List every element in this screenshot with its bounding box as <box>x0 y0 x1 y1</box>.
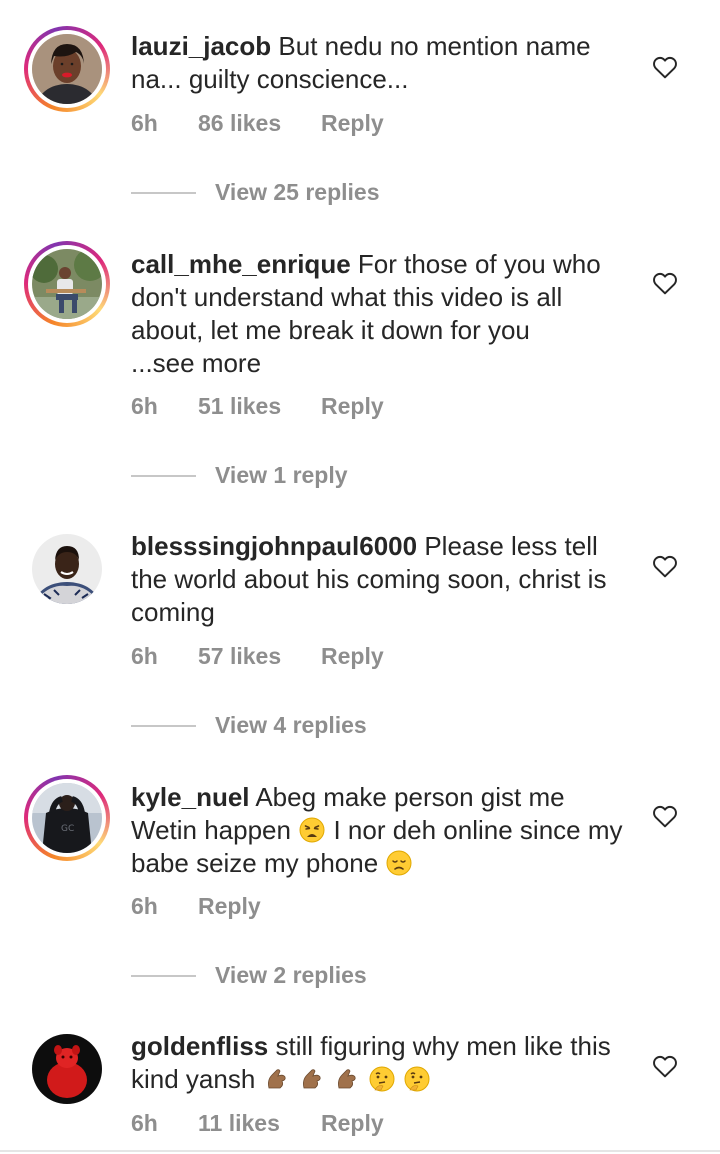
pinching-hand-emoji-icon <box>267 1069 286 1089</box>
comment-time: 6h <box>131 393 158 419</box>
comment-time: 6h <box>131 1110 158 1136</box>
view-replies-label: View 2 replies <box>215 962 367 988</box>
weary-face-emoji-icon <box>299 817 325 843</box>
comment-time: 6h <box>131 893 158 919</box>
avatar[interactable] <box>32 1034 102 1104</box>
replies-divider-line <box>131 975 196 977</box>
comment-text: kyle_nuel Abeg make person gist me Wetin… <box>131 781 631 880</box>
comment-text: blesssingjohnpaul6000 Please less tell t… <box>131 530 631 629</box>
avatar[interactable] <box>32 534 102 604</box>
pinching-hand-emoji-icon <box>338 1069 356 1089</box>
like-heart-icon[interactable] <box>652 1054 678 1078</box>
reply-button[interactable]: Reply <box>321 1108 384 1138</box>
replies-divider-line <box>131 725 196 727</box>
like-heart-icon[interactable] <box>652 271 678 295</box>
view-replies-label: View 4 replies <box>215 712 367 738</box>
like-heart-icon[interactable] <box>652 804 678 828</box>
see-more-link[interactable]: ...see more <box>131 348 261 378</box>
comment-time: 6h <box>131 110 158 136</box>
replies-divider-line <box>131 475 196 477</box>
thinking-face-emoji-icon <box>369 1066 395 1092</box>
comment-likes[interactable]: 86 likes <box>198 108 281 138</box>
comment-likes[interactable]: 11 likes <box>198 1108 280 1138</box>
comment-username[interactable]: blesssingjohnpaul6000 <box>131 531 417 561</box>
comment-text: lauzi_jacob But nedu no mention name na.… <box>131 30 631 96</box>
comment-likes[interactable]: 57 likes <box>198 641 281 671</box>
comment-username[interactable]: kyle_nuel <box>131 782 250 812</box>
comment-text: goldenfliss still figuring why men like … <box>131 1030 631 1096</box>
comment-likes[interactable]: 51 likes <box>198 391 281 421</box>
like-heart-icon[interactable] <box>652 554 678 578</box>
reply-button[interactable]: Reply <box>321 641 384 671</box>
avatar[interactable]: GC <box>24 775 110 861</box>
avatar-image <box>32 249 102 319</box>
avatar-image: GC <box>32 783 102 853</box>
avatar-image <box>32 534 102 604</box>
view-replies-label: View 25 replies <box>215 179 380 205</box>
bottom-divider <box>0 1150 720 1152</box>
comment-username[interactable]: lauzi_jacob <box>131 31 271 61</box>
comment-text: call_mhe_enrique For those of you who do… <box>131 248 631 380</box>
comment-username[interactable]: call_mhe_enrique <box>131 249 351 279</box>
reply-button[interactable]: Reply <box>321 391 384 421</box>
comment-username[interactable]: goldenfliss <box>131 1031 268 1061</box>
pinching-hand-emoji-icon <box>302 1069 321 1089</box>
reply-button[interactable]: Reply <box>198 891 261 921</box>
like-heart-icon[interactable] <box>652 55 678 79</box>
comment-time: 6h <box>131 643 158 669</box>
reply-button[interactable]: Reply <box>321 108 384 138</box>
disappointed-face-emoji-icon <box>386 850 412 876</box>
view-replies-label: View 1 reply <box>215 462 348 488</box>
avatar[interactable] <box>24 241 110 327</box>
avatar-image <box>32 1034 102 1104</box>
replies-divider-line <box>131 192 196 194</box>
svg-text:GC: GC <box>61 824 74 834</box>
avatar[interactable] <box>24 26 110 112</box>
thinking-face-emoji-icon <box>404 1066 430 1092</box>
avatar-image <box>32 34 102 104</box>
